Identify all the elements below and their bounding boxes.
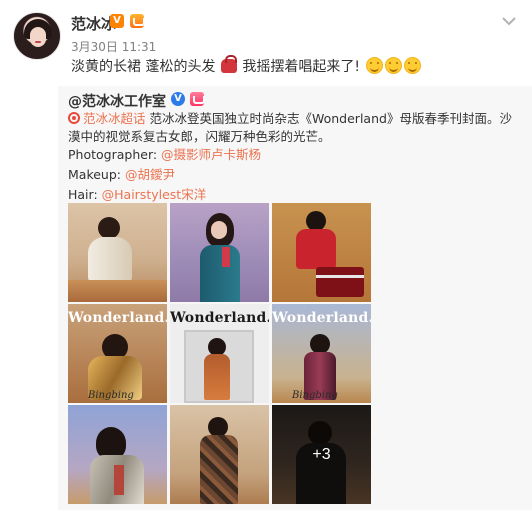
photo-thumbnail-2[interactable] [170,203,269,302]
cover-script: Bingbing [292,390,338,401]
photographer-link[interactable]: @摄影师卢卡斯杨 [161,147,261,162]
post-text-part2: 我摇摆着唱起来了! [242,59,360,75]
photo-thumbnail-6[interactable]: Wonderland. Bingbing [272,304,371,403]
post-timestamp[interactable]: 3月30日 11:31 [71,38,156,55]
credit-label: Photographer: [68,147,162,162]
avatar-lip [35,41,41,43]
cover-script: Bingbing [88,390,134,401]
credit-photographer: Photographer: @摄影师卢卡斯杨 [68,146,261,164]
photo-thumbnail-3[interactable] [272,203,371,302]
weibo-post-card: 范冰冰 V 3月30日 11:31 淡黄的长裙 蓬松的头发 我摇摆着唱起来了! … [0,0,532,510]
magazine-title: Wonderland. [68,310,167,326]
credit-label: Hair: [68,187,102,202]
repost-author-name[interactable]: @范冰冰工作室 [68,91,166,111]
super-topic-link[interactable]: 范冰冰超话 [83,111,146,126]
grin-emoji-icon [385,57,403,74]
credit-hair: Hair: @Hairstylest宋洋 [68,186,206,204]
grin-emoji-icon [366,57,384,74]
handbag-emoji-icon [220,55,237,73]
post-text-part1: 淡黄的长裙 蓬松的头发 [71,59,216,75]
avatar[interactable] [13,12,61,60]
makeup-link[interactable]: @胡鑀尹 [125,167,175,182]
hair-link[interactable]: @Hairstylest宋洋 [102,187,207,202]
verified-v-icon[interactable]: V [110,14,124,28]
photo-thumbnail-1[interactable] [68,203,167,302]
chevron-down-icon[interactable] [499,12,519,30]
repost-body: 范冰冰超话 范冰冰登英国独立时尚杂志《Wonderland》母版春季刊封面。沙漠… [68,110,524,146]
magazine-title: Wonderland. [272,310,371,326]
magazine-title: Wonderland. [170,310,269,326]
vip-crown-icon[interactable] [129,13,145,29]
photo-thumbnail-5[interactable]: Wonderland. [170,304,269,403]
repost-box: @范冰冰工作室 V 范冰冰超话 范冰冰登英国独立时尚杂志《Wonderland》… [58,86,532,510]
grin-emoji-icon [404,57,422,74]
credit-makeup: Makeup: @胡鑀尹 [68,166,175,184]
super-topic-icon [68,112,80,124]
more-photos-count[interactable]: +3 [272,405,371,504]
photo-thumbnail-9[interactable]: +3 [272,405,371,504]
photo-thumbnail-4[interactable]: Wonderland. Bingbing [68,304,167,403]
photo-thumbnail-8[interactable] [170,405,269,504]
post-text: 淡黄的长裙 蓬松的头发 我摇摆着唱起来了! [71,55,422,77]
photo-thumbnail-7[interactable] [68,405,167,504]
credit-label: Makeup: [68,167,125,182]
vip-crown-icon[interactable] [189,91,205,107]
avatar-face [30,27,46,47]
verified-blue-v-icon[interactable]: V [171,92,185,106]
